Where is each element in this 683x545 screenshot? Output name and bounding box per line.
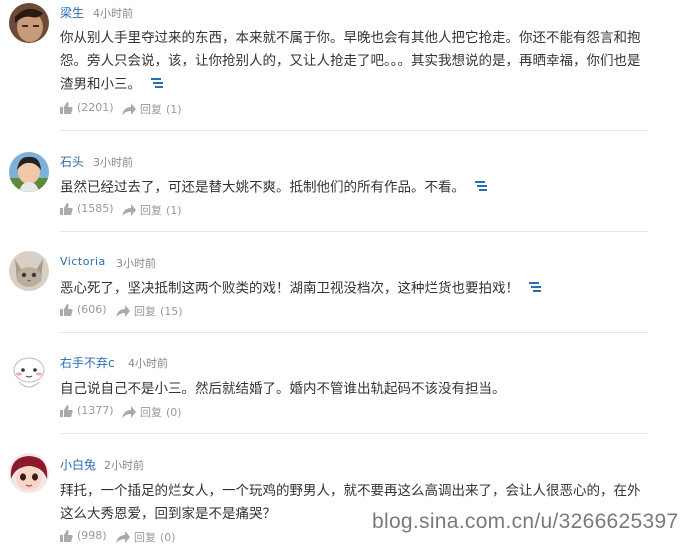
avatar[interactable]	[9, 152, 49, 192]
like-button[interactable]: (1585)	[60, 202, 114, 215]
like-count: (1585)	[77, 202, 114, 215]
like-count: (606)	[77, 303, 107, 316]
comment-actions: (1585) 回复 (1)	[60, 202, 260, 218]
reply-button[interactable]: 回复 (15)	[116, 303, 183, 319]
avatar[interactable]	[9, 251, 49, 291]
reply-button[interactable]: 回复 (0)	[116, 529, 176, 545]
reply-arrow-icon	[122, 103, 136, 115]
avatar[interactable]	[9, 453, 49, 493]
reply-count: (1)	[166, 102, 182, 116]
like-count: (998)	[77, 529, 107, 542]
comment-actions: (998) 回复 (0)	[60, 529, 260, 545]
comment-text: 自己说自己不是小三。然后就结婚了。婚内不管谁出轨起码不该没有担当。	[60, 381, 506, 397]
reply-button[interactable]: 回复 (0)	[122, 404, 182, 420]
comment-actions: (1377) 回复 (0)	[60, 404, 260, 420]
comment-time: 3小时前	[116, 257, 156, 270]
watermark: blog.sina.com.cn/u/3266625397	[372, 510, 679, 533]
comment-time: 4小时前	[93, 7, 133, 20]
reply-count: (15)	[160, 304, 183, 318]
expand-icon[interactable]	[151, 73, 163, 96]
reply-arrow-icon	[116, 531, 130, 543]
comment-author[interactable]: Victoria	[60, 255, 106, 268]
thumbs-up-icon	[60, 202, 73, 215]
expand-icon[interactable]	[475, 176, 487, 199]
comment-text: 你从别人手里夺过来的东西，本来就不属于你。早晚也会有其他人把它抢走。你还不能有怨…	[60, 27, 650, 97]
like-button[interactable]: (1377)	[60, 404, 114, 417]
comment-author[interactable]: 石头	[60, 153, 84, 170]
comment-text: 虽然已经过去了，可还是替大姚不爽。抵制他们的所有作品。不看。	[60, 176, 650, 200]
like-button[interactable]: (998)	[60, 529, 107, 542]
reply-count: (1)	[166, 203, 182, 217]
thumbs-up-icon	[60, 404, 73, 417]
reply-arrow-icon	[122, 204, 136, 216]
reply-label: 回复	[134, 531, 156, 544]
comment-author[interactable]: 右手不弃c	[60, 354, 115, 371]
divider	[60, 231, 648, 232]
like-button[interactable]: (606)	[60, 303, 107, 316]
reply-label: 回复	[140, 204, 162, 217]
thumbs-up-icon	[60, 303, 73, 316]
thumbs-up-icon	[60, 101, 73, 114]
reply-label: 回复	[134, 305, 156, 318]
avatar[interactable]	[9, 3, 49, 43]
expand-icon[interactable]	[529, 277, 541, 300]
reply-button[interactable]: 回复 (1)	[122, 202, 182, 218]
divider	[60, 332, 648, 333]
comment-time: 2小时前	[104, 459, 144, 472]
like-button[interactable]: (2201)	[60, 101, 114, 114]
divider	[60, 433, 648, 434]
like-count: (2201)	[77, 101, 114, 114]
comment-author[interactable]: 梁生	[60, 4, 84, 21]
comment-author[interactable]: 小白兔	[60, 456, 96, 473]
comment-actions: (2201) 回复 (1)	[60, 101, 260, 117]
reply-button[interactable]: 回复 (1)	[122, 101, 182, 117]
reply-arrow-icon	[116, 305, 130, 317]
comment-time: 4小时前	[128, 357, 168, 370]
reply-arrow-icon	[122, 406, 136, 418]
comment-actions: (606) 回复 (15)	[60, 303, 260, 319]
reply-label: 回复	[140, 406, 162, 419]
reply-count: (0)	[160, 530, 176, 544]
reply-count: (0)	[166, 405, 182, 419]
avatar[interactable]	[9, 352, 49, 392]
comment-text: 恶心死了，坚决抵制这两个败类的戏！湖南卫视没档次，这种烂货也要拍戏！	[60, 277, 650, 301]
comment-time: 3小时前	[93, 156, 133, 169]
divider	[60, 130, 648, 131]
reply-label: 回复	[140, 103, 162, 116]
like-count: (1377)	[77, 404, 114, 417]
